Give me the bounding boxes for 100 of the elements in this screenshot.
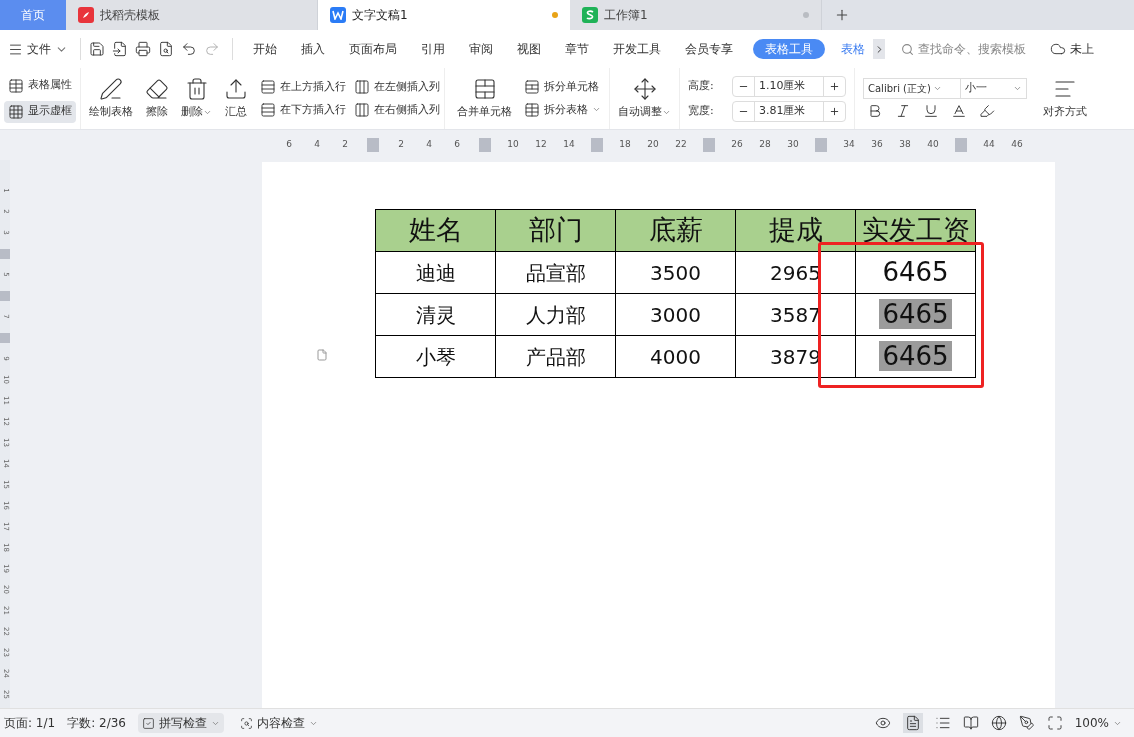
font-select[interactable]: Calibri (正文) [863, 78, 961, 99]
table-cell: 3879 [735, 335, 856, 378]
rows-icon [260, 79, 276, 96]
columns-icon [354, 79, 370, 96]
ruler-number: 38 [898, 138, 912, 152]
ruler-marker[interactable] [815, 138, 827, 152]
autofit-button[interactable]: 自动调整 [618, 76, 671, 121]
font-size-select[interactable]: 小一 [961, 78, 1027, 99]
fit-icon [1046, 715, 1063, 731]
save-icon [89, 41, 105, 57]
ruler-number: 46 [1010, 138, 1024, 152]
ruler-number: 18 [618, 138, 632, 152]
ruler-number: 44 [982, 138, 996, 152]
ruler-marker[interactable] [591, 138, 603, 152]
more-tabs-icon[interactable] [873, 39, 885, 59]
ruler-number: 26 [730, 138, 744, 152]
ribbon-tab[interactable]: 章节 [553, 40, 601, 58]
w-logo-icon [330, 7, 346, 23]
header-cell: 实发工资 [855, 209, 976, 252]
ribbon-tab[interactable]: 视图 [505, 40, 553, 58]
ribbon-tab[interactable]: 页面布局 [337, 40, 409, 58]
ruler-marker[interactable] [367, 138, 379, 152]
ruler-number: 12 [534, 138, 548, 152]
split-cells-button[interactable]: 拆分单元格 [524, 79, 601, 96]
ruler-number: 22 [674, 138, 688, 152]
reading-view-icon [962, 715, 979, 731]
table-icon [524, 101, 540, 118]
print-icon [135, 41, 151, 57]
table-cell: 人力部 [495, 293, 616, 336]
ribbon-tab[interactable]: 审阅 [457, 40, 505, 58]
size-label: 宽度: [688, 102, 715, 119]
table-icon [8, 77, 24, 94]
zoom-level[interactable]: 100% [1074, 714, 1130, 732]
alignment-button[interactable]: 对齐方式 [1039, 76, 1091, 121]
delete-button[interactable]: 删除 [177, 76, 216, 121]
command-search[interactable]: 查找命令、搜索模板 [901, 40, 1026, 58]
ruler-number: 40 [926, 138, 940, 152]
eraser-icon [145, 76, 169, 101]
insert-column-right-button[interactable]: 在右侧插入列 [354, 101, 440, 118]
caret-icon [932, 84, 942, 93]
insert-column-left-button[interactable]: 在左侧插入列 [354, 79, 440, 96]
header-cell: 部门 [495, 209, 616, 252]
ruler-number: 6 [453, 138, 461, 152]
ruler-number: 2 [341, 138, 349, 152]
ribbon-tab[interactable]: 开发工具 [601, 40, 673, 58]
page-view-icon [904, 715, 921, 731]
ribbon-tab[interactable]: 会员专享 [673, 40, 745, 58]
outline-view-icon [934, 715, 951, 731]
erase-button[interactable]: 擦除 [141, 76, 173, 121]
ruler-marker[interactable] [0, 248, 10, 259]
spell-check-button[interactable]: 拼写检查 [138, 713, 224, 733]
document-tab[interactable]: 文字文稿1 [318, 0, 570, 30]
ruler-marker[interactable] [0, 332, 10, 343]
ribbon-tab[interactable]: 引用 [409, 40, 457, 58]
new-tab-icon[interactable] [834, 7, 850, 23]
table-cell: 6465 [855, 335, 976, 378]
menu-icon [8, 41, 23, 57]
content-check-button[interactable]: 内容检查 [236, 714, 322, 732]
draw-table-button[interactable]: 绘制表格 [85, 76, 137, 121]
table-cell: 3500 [615, 251, 736, 294]
page-count[interactable]: 页面: 1/1 [4, 714, 56, 732]
ruler-number: 14 [562, 138, 576, 152]
merge-cells-button[interactable]: 合并单元格 [453, 76, 516, 121]
highlighter-icon [979, 103, 995, 119]
table-properties-button[interactable]: 表格属性 [4, 74, 76, 97]
ruler-marker[interactable] [703, 138, 715, 152]
grid-icon [8, 103, 24, 120]
ribbon-tab[interactable]: 插入 [289, 40, 337, 58]
underline-icon [923, 103, 939, 119]
cloud-status[interactable]: 未上 [1070, 40, 1094, 58]
ruler-marker[interactable] [0, 290, 10, 301]
bold-icon [867, 103, 883, 119]
ribbon-tab[interactable]: 表格 [833, 40, 873, 58]
eye-icon [874, 715, 891, 731]
file-menu[interactable]: 文件 [8, 40, 76, 58]
checkbox-icon [142, 716, 155, 730]
split-table-button[interactable]: 拆分表格 [524, 101, 601, 118]
summary-button[interactable]: 汇总 [220, 76, 252, 121]
plus-icon [829, 105, 840, 117]
paragraph-icon[interactable] [316, 349, 328, 361]
height-field[interactable]: 1.10厘米 [732, 75, 846, 97]
word-count[interactable]: 字数: 2/36 [67, 714, 126, 732]
ruler-marker[interactable] [479, 138, 491, 152]
rows-icon [260, 101, 276, 118]
width-field[interactable]: 3.81厘米 [732, 100, 846, 122]
insert-row-above-button[interactable]: 在上方插入行 [260, 79, 346, 96]
table-cell: 品宣部 [495, 251, 616, 294]
web-view-icon [990, 715, 1007, 731]
columns-icon [354, 101, 370, 118]
search-icon [901, 42, 914, 56]
size-label: 高度: [688, 77, 715, 94]
ruler-marker[interactable] [955, 138, 967, 152]
insert-row-below-button[interactable]: 在下方插入行 [260, 101, 346, 118]
table-cell: 2965 [735, 251, 856, 294]
ribbon-tab[interactable]: 开始 [241, 40, 289, 58]
ruler-number: 36 [870, 138, 884, 152]
table-cell: 小琴 [375, 335, 496, 378]
show-gridlines-button[interactable]: 显示虚框 [4, 100, 76, 123]
split-icon [524, 79, 540, 96]
s-logo-icon [582, 7, 598, 23]
